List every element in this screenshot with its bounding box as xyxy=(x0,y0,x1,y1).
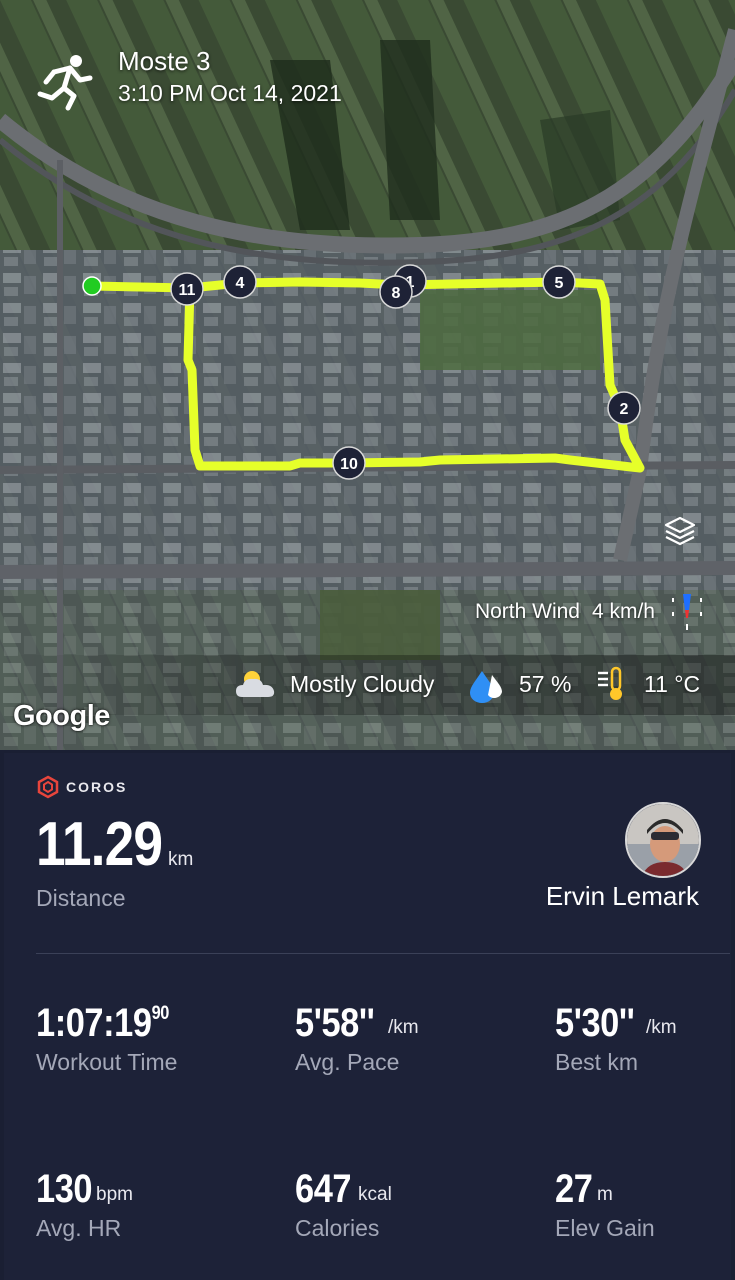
calories-label: Calories xyxy=(295,1215,380,1241)
km-marker[interactable]: 10 xyxy=(332,446,366,480)
calories-unit: kcal xyxy=(358,1184,392,1205)
best-km-unit: /km xyxy=(646,1017,677,1038)
avg-pace-value: 5'58'' xyxy=(295,1001,375,1045)
route-map[interactable]: 11 4 1 8 5 2 10 Moste 3 3:10 PM Oct 14, 2021 N… xyxy=(0,0,735,750)
divider xyxy=(36,953,730,954)
km-marker[interactable]: 8 xyxy=(379,275,413,309)
svg-text:4: 4 xyxy=(236,275,245,292)
svg-text:11: 11 xyxy=(179,282,196,299)
distance-label: Distance xyxy=(36,885,126,911)
wind-direction: North Wind xyxy=(474,600,580,623)
svg-text:8: 8 xyxy=(392,285,401,302)
workout-time-value: 1:07:1990 xyxy=(36,1001,170,1045)
km-marker[interactable]: 4 xyxy=(223,265,257,299)
avatar[interactable] xyxy=(625,802,701,878)
svg-text:5: 5 xyxy=(555,275,564,292)
stats-panel: COROS 11.29 km Distance Ervin Lemark 1:0… xyxy=(4,753,731,1280)
wind-speed: 4 km/h xyxy=(591,600,655,623)
elev-gain-unit: m xyxy=(597,1184,613,1205)
humidity-value: 57 % xyxy=(519,671,572,697)
brand-name: COROS xyxy=(66,779,128,795)
best-km-value: 5'30'' xyxy=(555,1001,635,1045)
avg-hr-label: Avg. HR xyxy=(36,1215,122,1241)
coros-logo-icon xyxy=(37,775,59,799)
brand-logo: COROS xyxy=(36,775,127,799)
avg-hr-value: 130 xyxy=(36,1167,93,1211)
wind-info: North Wind 4 km/h xyxy=(475,592,705,632)
temperature-value: 11 °C xyxy=(644,671,701,697)
start-point-marker xyxy=(82,276,102,296)
avg-hr-unit: bpm xyxy=(96,1184,133,1205)
svg-text:2: 2 xyxy=(620,401,629,418)
partly-cloudy-icon xyxy=(236,671,275,697)
weather-condition: Mostly Cloudy xyxy=(290,671,435,697)
avg-pace-label: Avg. Pace xyxy=(295,1049,400,1075)
km-marker[interactable]: 5 xyxy=(542,265,576,299)
thermometer-icon xyxy=(598,666,622,700)
elev-gain-value: 27 xyxy=(555,1167,593,1211)
workout-time-fraction: 90 xyxy=(151,1003,170,1024)
distance-unit: km xyxy=(168,849,194,870)
km-marker[interactable]: 11 xyxy=(170,272,204,306)
google-logo: Google xyxy=(13,700,110,732)
activity-header: Moste 3 3:10 PM Oct 14, 2021 xyxy=(36,44,342,112)
satellite-imagery: 11 4 185210 xyxy=(0,0,735,750)
runner-icon xyxy=(37,55,93,111)
distance-value: 11.29 xyxy=(36,810,163,879)
map-layers-icon[interactable] xyxy=(660,512,700,552)
best-km-label: Best km xyxy=(555,1049,639,1075)
calories-value: 647 xyxy=(295,1167,352,1211)
activity-title: Moste 3 xyxy=(118,46,211,76)
svg-text:10: 10 xyxy=(340,456,358,473)
workout-time-label: Workout Time xyxy=(36,1049,178,1075)
avg-pace-unit: /km xyxy=(388,1017,419,1038)
km-marker[interactable]: 2 xyxy=(607,391,641,425)
humidity-icon xyxy=(470,671,502,703)
wind-compass-icon xyxy=(672,594,702,630)
user-name[interactable]: Ervin Lemark xyxy=(546,881,699,912)
activity-datetime: 3:10 PM Oct 14, 2021 xyxy=(118,80,342,106)
weather-bar: Mostly Cloudy 57 % 11 °C xyxy=(0,655,735,715)
elev-gain-label: Elev Gain xyxy=(555,1215,655,1241)
